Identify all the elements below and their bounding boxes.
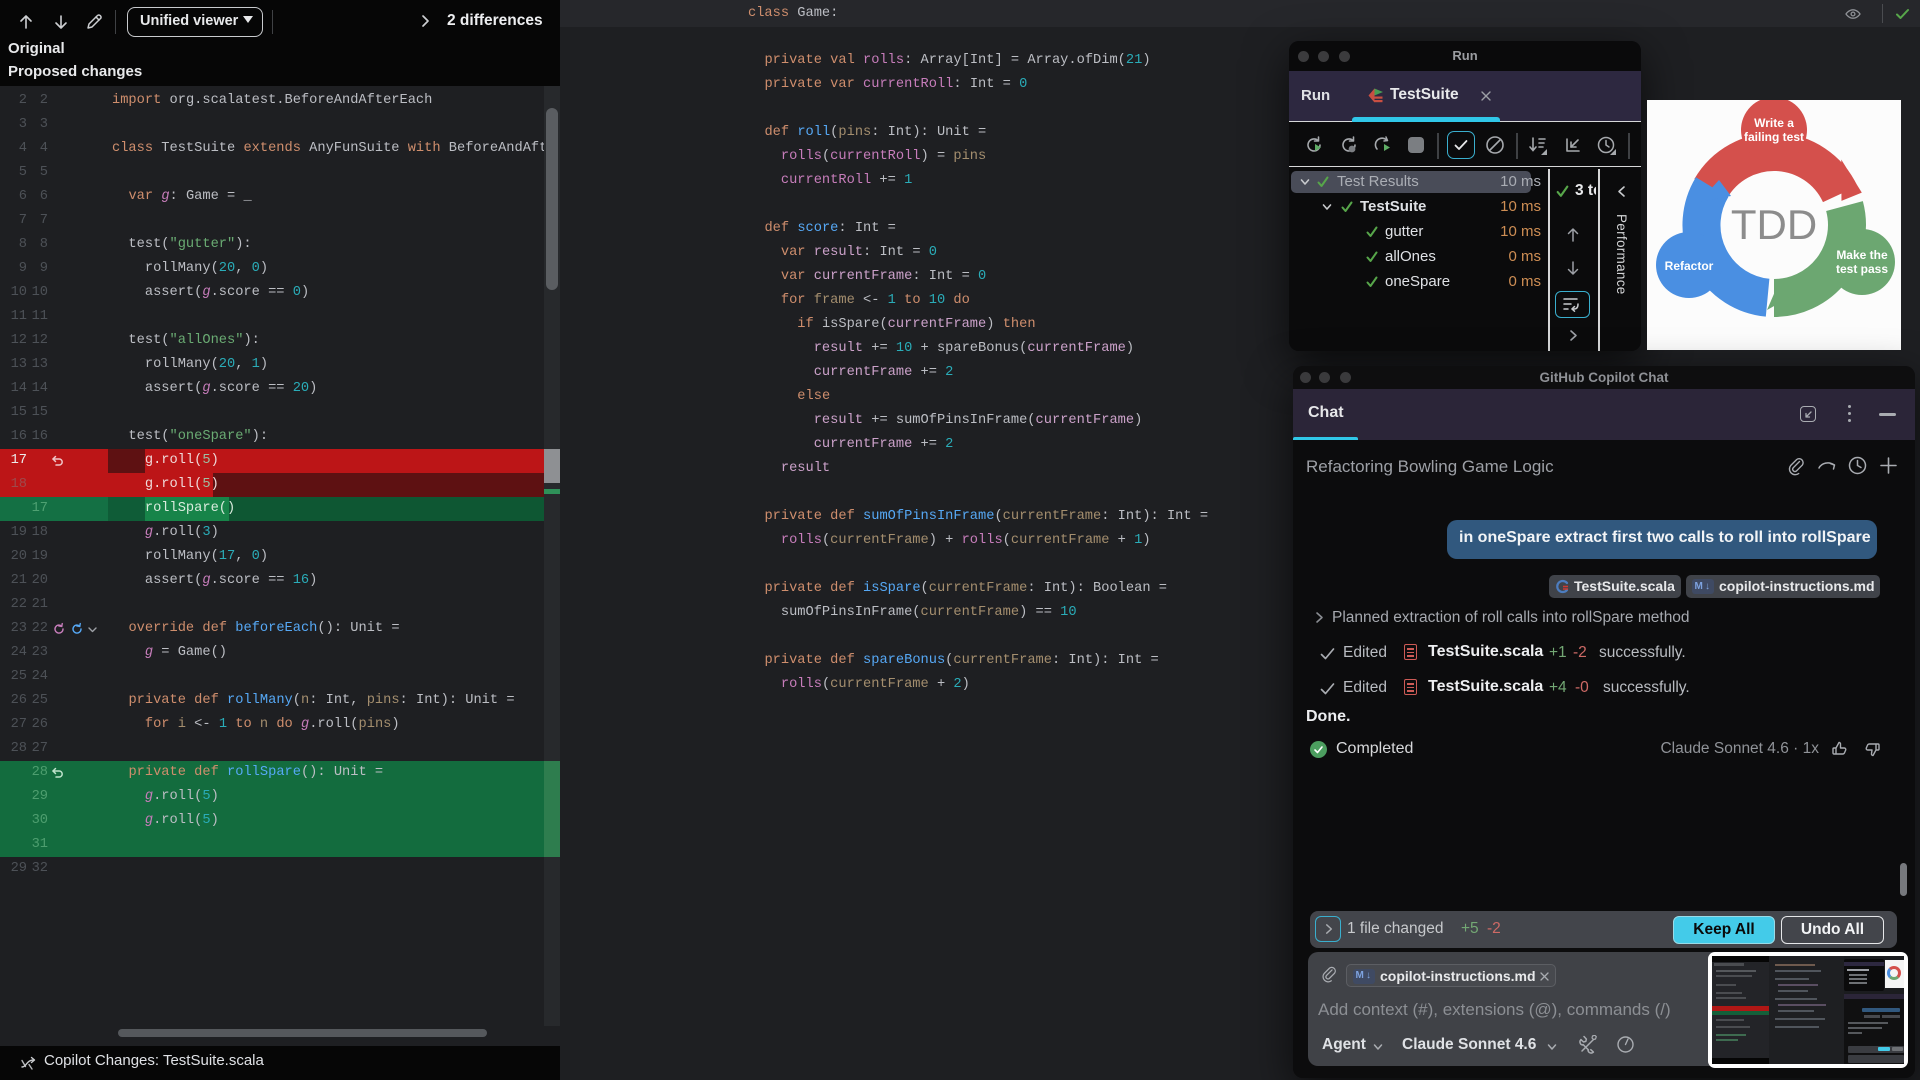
svg-text:Refactor: Refactor	[1665, 259, 1714, 273]
svg-text:Make the: Make the	[1836, 248, 1888, 262]
svg-text:TDD: TDD	[1731, 201, 1817, 248]
svg-text:Write a: Write a	[1754, 116, 1794, 130]
svg-text:failing test: failing test	[1744, 130, 1804, 144]
svg-text:test pass: test pass	[1836, 262, 1888, 276]
